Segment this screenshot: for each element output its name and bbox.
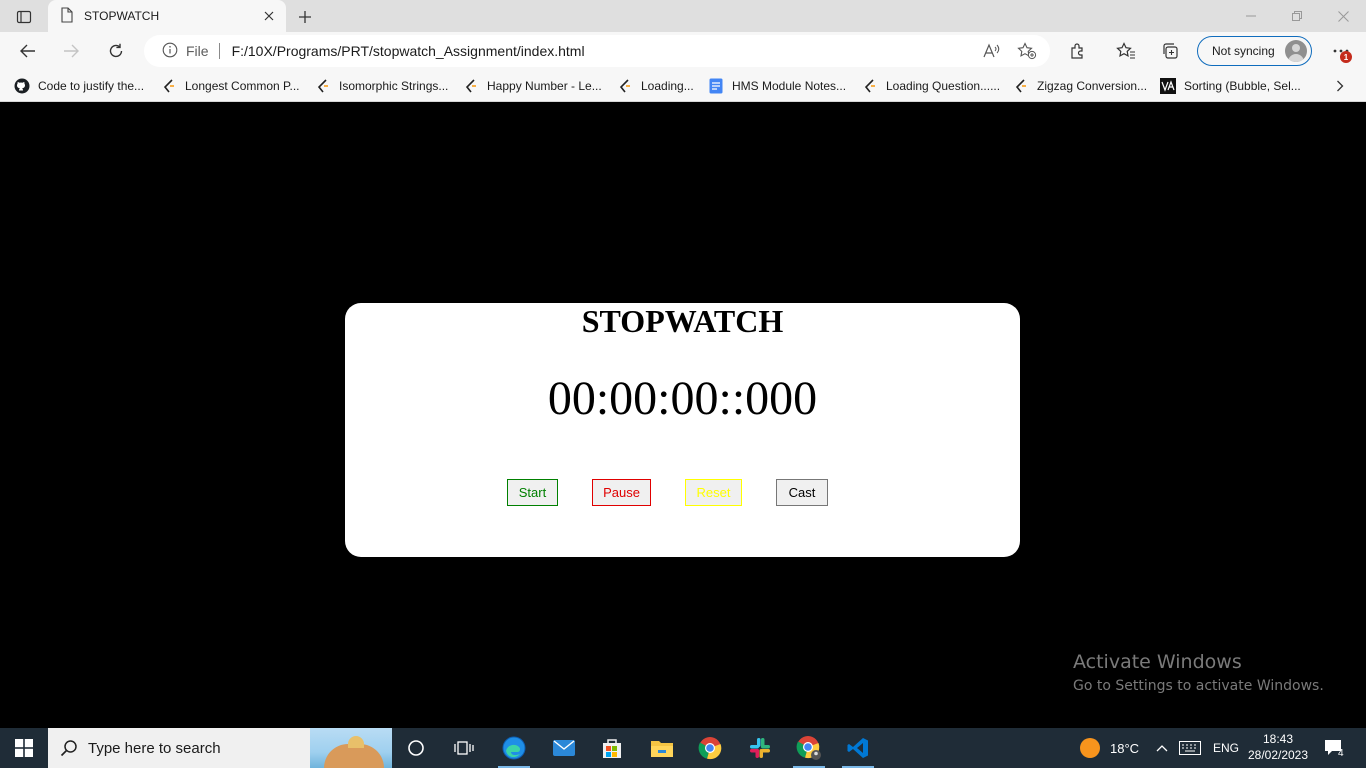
geeks-icon xyxy=(463,78,479,94)
tab-title: STOPWATCH xyxy=(84,9,160,23)
bookmarks-bar: Code to justify the... Longest Common P.… xyxy=(0,70,1366,102)
language-label: ENG xyxy=(1213,741,1240,755)
search-placeholder: Type here to search xyxy=(88,739,221,757)
language-indicator[interactable]: ENG xyxy=(1213,728,1239,768)
stopwatch-card: STOPWATCH 00:00:00::000 Start Pause Rese… xyxy=(345,303,1020,557)
mail-icon[interactable] xyxy=(540,728,588,768)
minimize-icon[interactable] xyxy=(1228,0,1274,32)
page-icon xyxy=(60,6,74,26)
restore-icon[interactable] xyxy=(1274,0,1320,32)
page-viewport: STOPWATCH 00:00:00::000 Start Pause Rese… xyxy=(0,103,1366,728)
search-icon xyxy=(60,739,78,757)
bookmark-label: Happy Number - Le... xyxy=(487,79,602,93)
scheme-label: File xyxy=(186,43,209,59)
favorites-icon[interactable] xyxy=(1112,38,1140,64)
watermark-subtitle: Go to Settings to activate Windows. xyxy=(1073,678,1324,694)
bookmark-label: HMS Module Notes... xyxy=(732,79,847,93)
weather-widget[interactable]: 18°C xyxy=(1080,728,1139,768)
read-aloud-icon[interactable] xyxy=(980,40,1002,62)
timer-display: 00:00:00::000 xyxy=(547,372,818,425)
back-icon[interactable] xyxy=(14,38,42,64)
bookmark-label: Zigzag Conversion... xyxy=(1037,79,1148,93)
bookmark-label: Loading... xyxy=(641,79,694,93)
notification-badge: 1 xyxy=(1340,51,1352,63)
taskbar-search[interactable]: Type here to search xyxy=(48,728,392,768)
bookmark-item[interactable]: Longest Common P... xyxy=(161,76,300,96)
keyboard-icon[interactable] xyxy=(1179,728,1201,768)
info-icon[interactable] xyxy=(162,42,178,61)
plus-icon[interactable] xyxy=(294,6,316,28)
edge-icon[interactable] xyxy=(490,728,538,768)
forward-icon[interactable] xyxy=(57,38,85,64)
geeks-icon xyxy=(161,78,177,94)
clock[interactable]: 18:43 28/02/2023 xyxy=(1244,731,1312,763)
geeks-icon xyxy=(315,78,331,94)
github-icon xyxy=(14,78,30,94)
task-view-icon[interactable] xyxy=(440,728,488,768)
bookmark-item[interactable]: Zigzag Conversion... xyxy=(1013,76,1147,96)
avatar xyxy=(1285,40,1307,62)
url-text[interactable]: F:/10X/Programs/PRT/stopwatch_Assignment… xyxy=(232,43,585,59)
geeks-icon xyxy=(1013,78,1029,94)
cortana-icon[interactable] xyxy=(392,728,440,768)
extensions-icon[interactable] xyxy=(1064,38,1092,64)
watermark-title: Activate Windows xyxy=(1073,651,1242,673)
close-window-icon[interactable] xyxy=(1320,0,1366,32)
chrome-icon[interactable] xyxy=(686,728,734,768)
geeks-icon xyxy=(617,78,633,94)
refresh-icon[interactable] xyxy=(102,38,130,64)
store-icon[interactable] xyxy=(588,728,636,768)
weather-temperature: 18°C xyxy=(1110,740,1140,756)
bookmark-item[interactable]: Happy Number - Le... xyxy=(463,76,602,96)
browser-toolbar: File F:/10X/Programs/PRT/stopwatch_Assig… xyxy=(0,32,1366,70)
bookmark-label: Loading Question...... xyxy=(886,79,1001,93)
pause-button[interactable]: Pause xyxy=(592,479,651,506)
slack-icon[interactable] xyxy=(736,728,784,768)
va-icon xyxy=(1160,78,1176,94)
bookmark-label: Code to justify the... xyxy=(38,79,145,93)
address-bar[interactable]: File F:/10X/Programs/PRT/stopwatch_Assig… xyxy=(144,35,1050,67)
profile-label: Not syncing xyxy=(1212,44,1275,58)
tab-actions-icon[interactable] xyxy=(10,6,38,28)
tab-strip: STOPWATCH xyxy=(0,0,1366,32)
close-icon[interactable] xyxy=(262,9,276,23)
file-explorer-icon[interactable] xyxy=(638,728,686,768)
windows-start-icon[interactable] xyxy=(0,728,48,768)
bookmark-item[interactable]: Isomorphic Strings... xyxy=(315,76,448,96)
weather-sun-icon xyxy=(1080,738,1100,758)
bookmark-label: Isomorphic Strings... xyxy=(339,79,449,93)
bookmark-item[interactable]: Loading... xyxy=(617,76,694,96)
start-button[interactable]: Start xyxy=(507,479,558,506)
profile-button[interactable]: Not syncing xyxy=(1197,36,1312,66)
docs-icon xyxy=(708,78,724,94)
add-favorite-icon[interactable] xyxy=(1016,40,1038,62)
reset-button[interactable]: Reset xyxy=(685,479,742,506)
bookmark-item[interactable]: HMS Module Notes... xyxy=(708,76,846,96)
notifications-count: 4 xyxy=(1338,747,1344,759)
clock-time: 18:43 xyxy=(1262,732,1294,746)
browser-tab[interactable]: STOPWATCH xyxy=(48,0,286,32)
bookmark-item[interactable]: Loading Question...... xyxy=(862,76,1000,96)
notifications-icon[interactable]: 4 xyxy=(1324,728,1344,768)
bookmark-item[interactable]: Code to justify the... xyxy=(14,76,144,96)
search-highlight-image xyxy=(310,728,392,768)
taskbar: Type here to search 18°C ENG 18:43 28/02… xyxy=(0,728,1366,768)
chevron-up-icon[interactable] xyxy=(1156,728,1168,768)
chrome-profile-icon[interactable] xyxy=(785,728,833,768)
vscode-icon[interactable] xyxy=(834,728,882,768)
address-separator xyxy=(218,43,220,59)
chevron-right-icon[interactable] xyxy=(1332,78,1348,94)
geeks-icon xyxy=(862,78,878,94)
bookmark-item[interactable]: Sorting (Bubble, Sel... xyxy=(1160,76,1301,96)
bookmark-label: Longest Common P... xyxy=(185,79,300,93)
bookmark-label: Sorting (Bubble, Sel... xyxy=(1184,79,1301,93)
cast-button[interactable]: Cast xyxy=(776,479,828,506)
clock-date: 28/02/2023 xyxy=(1247,748,1309,762)
activation-watermark: Activate Windows Go to Settings to activ… xyxy=(1073,651,1324,697)
page-title: STOPWATCH xyxy=(581,303,784,339)
collections-icon[interactable] xyxy=(1156,38,1184,64)
